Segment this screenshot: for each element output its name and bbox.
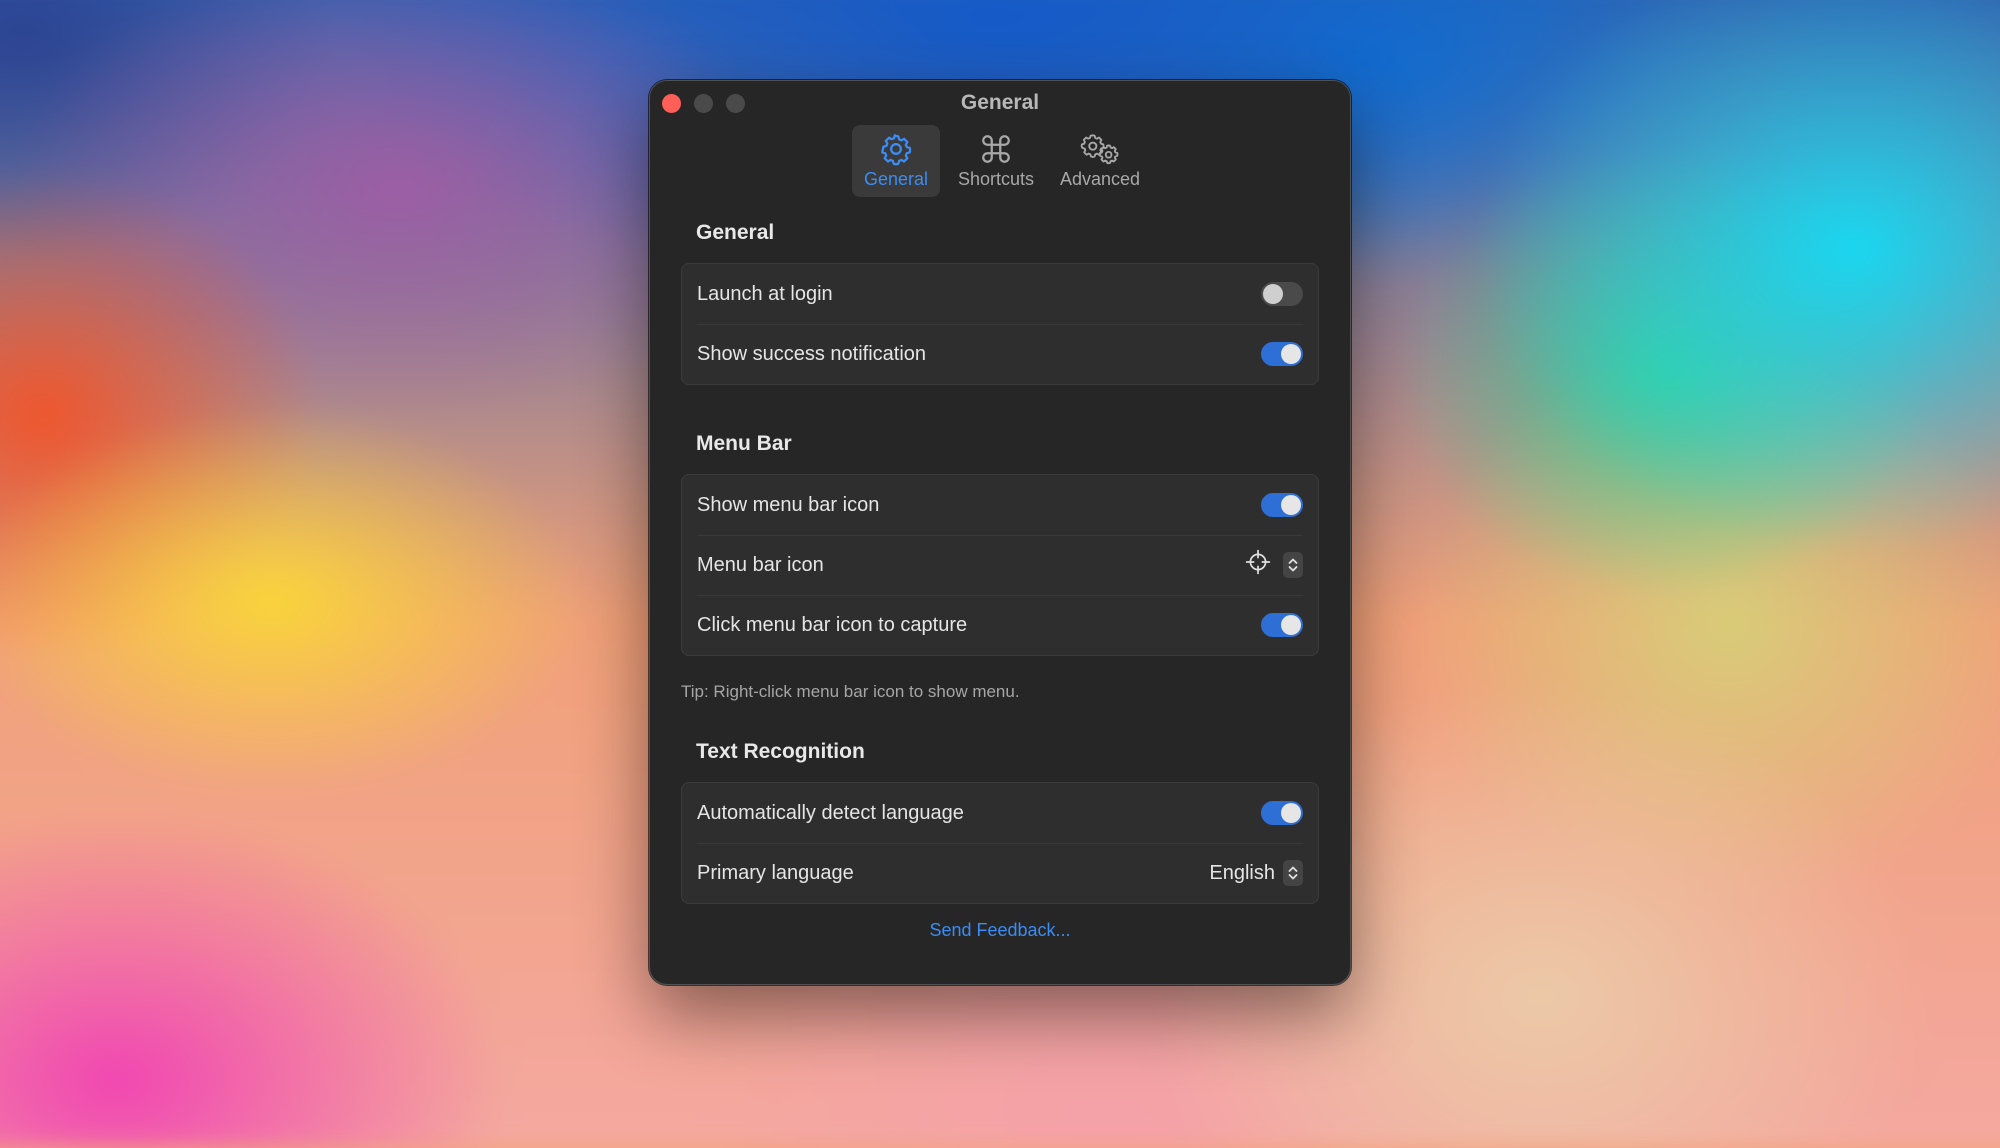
- menu-bar-icon-picker[interactable]: [1245, 549, 1303, 581]
- row-label: Launch at login: [697, 282, 833, 305]
- row-label: Show menu bar icon: [697, 493, 880, 516]
- tab-shortcuts[interactable]: Shortcuts: [952, 125, 1040, 197]
- click-menu-bar-icon-row: Click menu bar icon to capture: [682, 595, 1318, 655]
- menu-bar-group: Show menu bar icon Menu bar icon Click m…: [681, 474, 1319, 656]
- row-label: Click menu bar icon to capture: [697, 613, 968, 636]
- row-label: Primary language: [697, 861, 854, 884]
- crosshair-icon: [1245, 549, 1271, 581]
- show-success-notification-row: Show success notification: [682, 324, 1318, 384]
- row-label: Automatically detect language: [697, 801, 964, 824]
- gears-icon: [1077, 131, 1123, 167]
- menu-bar-icon-row: Menu bar icon: [682, 535, 1318, 595]
- click-menu-bar-icon-toggle[interactable]: [1261, 613, 1303, 637]
- section-title-general: General: [696, 221, 775, 244]
- text-recognition-group: Automatically detect language Primary la…: [681, 782, 1319, 904]
- tab-label: Advanced: [1059, 169, 1141, 189]
- toggle-knob: [1281, 615, 1301, 635]
- primary-language-select[interactable]: English: [1209, 860, 1303, 886]
- launch-at-login-row: Launch at login: [682, 264, 1318, 324]
- window-title: General: [960, 91, 1040, 114]
- row-label: Menu bar icon: [697, 553, 824, 576]
- auto-detect-language-toggle[interactable]: [1261, 801, 1303, 825]
- auto-detect-language-row: Automatically detect language: [682, 783, 1318, 843]
- toggle-knob: [1281, 803, 1301, 823]
- tab-label: Shortcuts: [957, 169, 1035, 189]
- title-bar: General: [650, 81, 1350, 125]
- tab-advanced[interactable]: Advanced: [1052, 125, 1148, 197]
- send-feedback-link[interactable]: Send Feedback...: [681, 920, 1319, 941]
- menu-bar-tip: Tip: Right-click menu bar icon to show m…: [681, 682, 1020, 701]
- show-menu-bar-icon-row: Show menu bar icon: [682, 475, 1318, 535]
- chevron-up-down-icon: [1283, 860, 1303, 886]
- row-label: Show success notification: [697, 342, 927, 365]
- settings-content: General Launch at login Show success not…: [681, 197, 1319, 941]
- section-title-menu-bar: Menu Bar: [696, 432, 792, 455]
- general-group: Launch at login Show success notificatio…: [681, 263, 1319, 385]
- show-menu-bar-icon-toggle[interactable]: [1261, 493, 1303, 517]
- toggle-knob: [1281, 344, 1301, 364]
- primary-language-value: English: [1209, 861, 1275, 884]
- tab-general[interactable]: General: [852, 125, 940, 197]
- toggle-knob: [1281, 495, 1301, 515]
- section-title-text-recognition: Text Recognition: [696, 740, 865, 763]
- launch-at-login-toggle[interactable]: [1261, 282, 1303, 306]
- toggle-knob: [1263, 284, 1283, 304]
- chevron-up-down-icon[interactable]: [1283, 552, 1303, 578]
- settings-window: General General Shortcuts Advanced Gener…: [649, 80, 1351, 985]
- settings-tabs: General Shortcuts Advanced: [650, 125, 1350, 197]
- command-icon: [979, 131, 1013, 167]
- show-success-notification-toggle[interactable]: [1261, 342, 1303, 366]
- primary-language-row: Primary language English: [682, 843, 1318, 903]
- gear-icon: [879, 131, 913, 167]
- tab-label: General: [863, 169, 929, 189]
